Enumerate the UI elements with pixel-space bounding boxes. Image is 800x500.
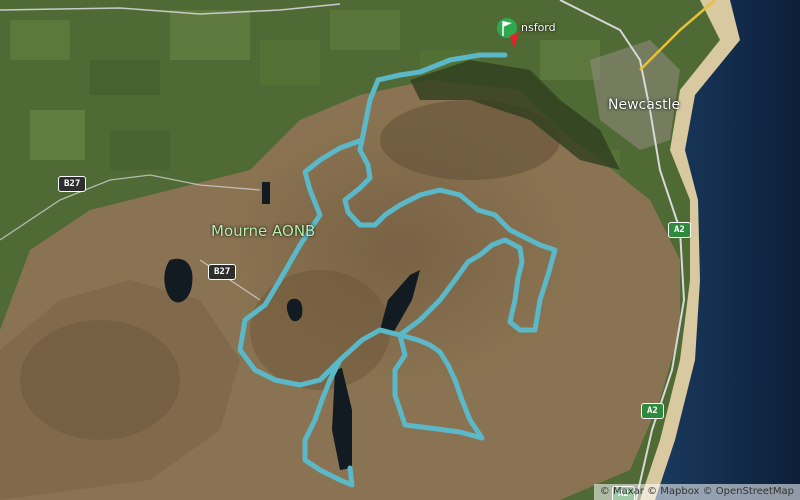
road-shield-b27-south: B27 [208,264,237,280]
route-line-south[interactable] [302,332,485,488]
road-shield-a2-upper: A2 [668,222,691,238]
attribution-mapbox[interactable]: © Mapbox [647,486,699,497]
aonb-label: Mourne AONB [211,222,316,240]
road-shield-a2-lower: A2 [641,403,664,419]
attribution-osm[interactable]: © OpenStreetMap [703,486,794,497]
attribution-maxar[interactable]: © Maxar [600,486,644,497]
town-label: Newcastle [608,97,681,113]
satellite-map[interactable]: Mourne AONB Newcastle nsford B27 B27 A2 … [0,0,800,500]
route-layer [237,52,558,488]
village-label: nsford [521,21,556,34]
map-attribution: © Maxar © Mapbox © OpenStreetMap [593,484,800,500]
route-line[interactable] [237,52,558,388]
road-shield-b27-north: B27 [58,176,87,192]
start-finish-marker[interactable] [492,14,522,54]
